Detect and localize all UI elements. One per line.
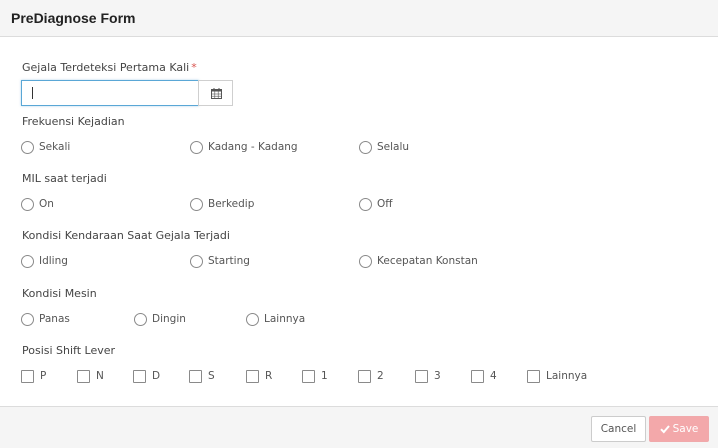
option-label: D — [152, 370, 161, 382]
modal-title: PreDiagnose Form — [11, 10, 136, 26]
shift-option-lainnya[interactable]: Lainnya — [527, 368, 587, 384]
radio-button[interactable] — [246, 312, 259, 326]
kondisi-mesin-label: Kondisi Mesin — [22, 287, 97, 300]
gejala-date-group — [21, 80, 233, 106]
mil-option-berkedip[interactable]: Berkedip — [190, 196, 254, 212]
option-label: Off — [377, 198, 393, 210]
gejala-date-input[interactable] — [21, 80, 199, 106]
radio-button[interactable] — [134, 312, 147, 326]
radio-button[interactable] — [21, 312, 34, 326]
shift-option-p[interactable]: P — [21, 368, 46, 384]
option-label: Sekali — [39, 141, 71, 153]
checkbox[interactable] — [189, 369, 202, 383]
option-label: Idling — [39, 255, 68, 267]
shift-option-3[interactable]: 3 — [415, 368, 441, 384]
option-label: Kadang - Kadang — [208, 141, 298, 153]
radio-button[interactable] — [21, 197, 34, 211]
shift-option-n[interactable]: N — [77, 368, 104, 384]
checkbox[interactable] — [133, 369, 146, 383]
calendar-icon — [211, 88, 222, 99]
frekuensi-label: Frekuensi Kejadian — [22, 115, 125, 128]
option-label: Panas — [39, 313, 70, 325]
shift-option-r[interactable]: R — [246, 368, 272, 384]
radio-button[interactable] — [190, 140, 203, 154]
option-label: Kecepatan Konstan — [377, 255, 478, 267]
option-label: Berkedip — [208, 198, 255, 210]
kondisi-kendaraan-label: Kondisi Kendaraan Saat Gejala Terjadi — [22, 229, 230, 242]
checkbox[interactable] — [246, 369, 259, 383]
save-button[interactable]: Save — [649, 416, 709, 442]
modal-body: Gejala Terdeteksi Pertama Kali * Frekuens… — [0, 37, 718, 406]
mesin-option-dingin[interactable]: Dingin — [134, 311, 186, 327]
mesin-option-lainnya[interactable]: Lainnya — [246, 311, 305, 327]
check-icon — [659, 425, 670, 434]
shift-option-2[interactable]: 2 — [358, 368, 384, 384]
mesin-option-panas[interactable]: Panas — [21, 311, 70, 327]
mil-option-on[interactable]: On — [21, 196, 54, 212]
option-label: Lainnya — [264, 313, 306, 325]
kendaraan-option-idling[interactable]: Idling — [21, 253, 68, 269]
frekuensi-option-sekali[interactable]: Sekali — [21, 139, 70, 155]
modal-footer: Cancel Save — [0, 406, 718, 448]
required-mark: * — [191, 61, 197, 74]
checkbox[interactable] — [21, 369, 34, 383]
option-label: 3 — [434, 370, 441, 382]
radio-button[interactable] — [190, 197, 203, 211]
text-caret — [32, 87, 33, 99]
radio-button[interactable] — [190, 254, 203, 268]
shift-option-1[interactable]: 1 — [302, 368, 328, 384]
gejala-label-text: Gejala Terdeteksi Pertama Kali — [22, 61, 190, 74]
checkbox[interactable] — [302, 369, 315, 383]
kendaraan-option-starting[interactable]: Starting — [190, 253, 250, 269]
radio-button[interactable] — [21, 140, 34, 154]
save-label: Save — [672, 423, 699, 435]
shift-option-s[interactable]: S — [189, 368, 215, 384]
checkbox[interactable] — [471, 369, 484, 383]
shift-option-d[interactable]: D — [133, 368, 160, 384]
checkbox[interactable] — [77, 369, 90, 383]
cancel-button[interactable]: Cancel — [591, 416, 646, 442]
posisi-shift-label: Posisi Shift Lever — [22, 344, 116, 357]
option-label: P — [40, 370, 47, 382]
option-label: 2 — [377, 370, 384, 382]
checkbox[interactable] — [527, 369, 540, 383]
frekuensi-option-selalu[interactable]: Selalu — [359, 139, 409, 155]
option-label: Lainnya — [546, 370, 588, 382]
option-label: Selalu — [377, 141, 410, 153]
radio-button[interactable] — [359, 197, 372, 211]
kendaraan-option-kecepatan-konstan[interactable]: Kecepatan Konstan — [359, 253, 478, 269]
option-label: Dingin — [152, 313, 186, 325]
checkbox[interactable] — [415, 369, 428, 383]
option-label: N — [96, 370, 104, 382]
gejala-label: Gejala Terdeteksi Pertama Kali * — [22, 61, 197, 74]
shift-option-4[interactable]: 4 — [471, 368, 497, 384]
radio-button[interactable] — [359, 254, 372, 268]
radio-button[interactable] — [21, 254, 34, 268]
option-label: Starting — [208, 255, 250, 267]
frekuensi-option-kadang[interactable]: Kadang - Kadang — [190, 139, 298, 155]
modal-header: PreDiagnose Form — [0, 0, 718, 37]
calendar-button[interactable] — [198, 80, 233, 106]
mil-option-off[interactable]: Off — [359, 196, 393, 212]
mil-label: MIL saat terjadi — [22, 172, 107, 185]
option-label: 1 — [321, 370, 328, 382]
radio-button[interactable] — [359, 140, 372, 154]
option-label: On — [39, 198, 54, 210]
option-label: S — [208, 370, 215, 382]
checkbox[interactable] — [358, 369, 371, 383]
option-label: R — [265, 370, 273, 382]
option-label: 4 — [490, 370, 497, 382]
